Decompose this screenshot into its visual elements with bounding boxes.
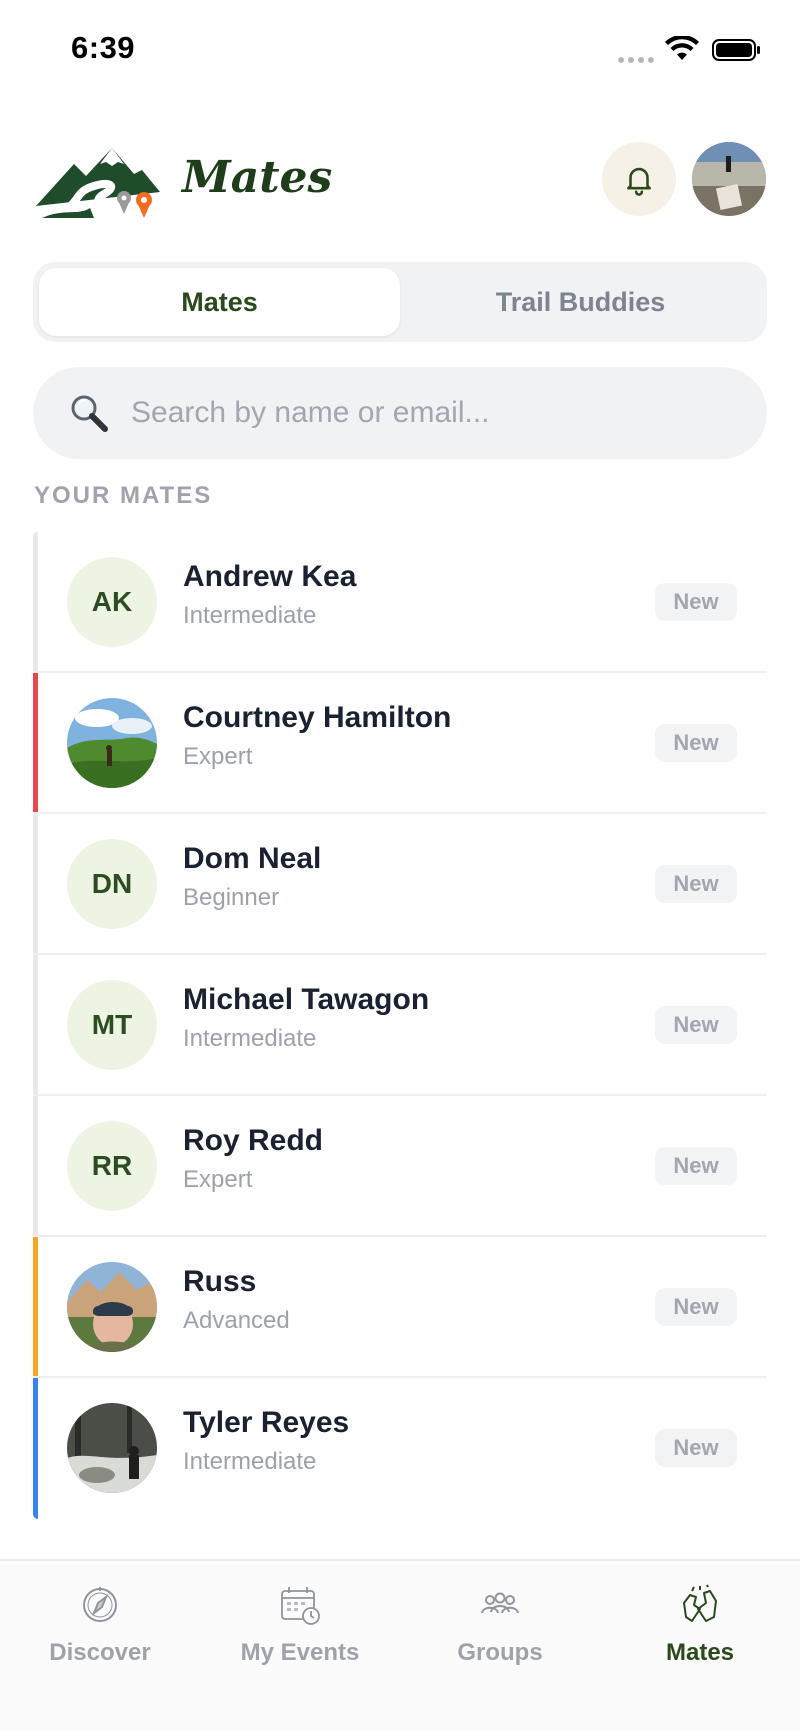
list-item[interactable]: DN Dom Neal Beginner New — [33, 814, 767, 955]
status-badge: New — [655, 1147, 737, 1185]
status-badge: New — [655, 1429, 737, 1467]
mate-level: Advanced — [183, 1307, 290, 1334]
mate-name: Tyler Reyes — [183, 1406, 350, 1439]
high-five-icon — [683, 1584, 717, 1622]
list-item[interactable]: Russ Advanced New — [33, 1237, 767, 1378]
row-accent — [33, 673, 38, 812]
profile-photo — [692, 142, 766, 216]
status-badge: New — [655, 724, 737, 762]
compass-icon — [83, 1587, 117, 1622]
row-accent — [33, 1237, 38, 1376]
list-item[interactable]: Courtney Hamilton Expert New — [33, 673, 767, 814]
list-item[interactable]: AK Andrew Kea Intermediate New — [33, 532, 767, 673]
row-accent — [33, 1378, 38, 1519]
group-icon — [481, 1592, 519, 1614]
mate-name: Roy Redd — [183, 1124, 324, 1157]
mate-name: Michael Tawagon — [183, 983, 430, 1016]
avatar — [67, 1403, 157, 1493]
status-bar: 6:39 — [0, 0, 800, 100]
nav-label: Groups — [457, 1639, 543, 1666]
notifications-button[interactable] — [602, 142, 676, 216]
nav-groups[interactable]: Groups — [400, 1561, 600, 1731]
avatar: MT — [67, 980, 157, 1070]
status-badge: New — [655, 1288, 737, 1326]
mate-level: Expert — [183, 1166, 253, 1193]
nav-label: Mates — [665, 1639, 735, 1666]
segmented-tabs: Mates Trail Buddies — [33, 262, 767, 342]
search-icon — [71, 395, 108, 432]
row-accent — [33, 532, 38, 671]
nav-label: Discover — [49, 1639, 151, 1666]
header: Mates — [0, 120, 800, 250]
battery-icon — [712, 39, 760, 61]
status-badge: New — [655, 1006, 737, 1044]
avatar-photo — [67, 1262, 157, 1352]
app-logo — [36, 148, 160, 218]
row-accent — [33, 814, 38, 953]
bell-icon — [627, 167, 651, 196]
mate-level: Intermediate — [183, 1025, 317, 1052]
mate-level: Beginner — [183, 884, 280, 911]
tab-mates[interactable]: Mates — [39, 268, 400, 336]
avatar — [67, 1262, 157, 1352]
tab-trail-buddies[interactable]: Trail Buddies — [400, 268, 761, 336]
mate-list: AK Andrew Kea Intermediate New Courtney … — [33, 532, 767, 1519]
mate-name: Courtney Hamilton — [183, 701, 452, 734]
nav-discover[interactable]: Discover — [0, 1561, 200, 1731]
search-input[interactable]: Search by name or email... — [33, 367, 767, 459]
mate-level: Expert — [183, 743, 253, 770]
mate-name: Andrew Kea — [183, 560, 357, 593]
list-item[interactable]: RR Roy Redd Expert New — [33, 1096, 767, 1237]
row-accent — [33, 1096, 38, 1235]
wifi-icon — [665, 36, 699, 60]
status-time: 6:39 — [71, 30, 136, 65]
avatar: AK — [67, 557, 157, 647]
profile-avatar[interactable] — [692, 142, 766, 216]
signal-icon — [618, 57, 654, 63]
nav-mates[interactable]: Mates — [600, 1561, 800, 1731]
calendar-icon — [281, 1587, 320, 1625]
avatar-photo — [67, 698, 157, 788]
search-placeholder: Search by name or email... — [131, 396, 490, 429]
nav-label: My Events — [240, 1639, 360, 1666]
row-accent — [33, 955, 38, 1094]
status-badge: New — [655, 865, 737, 903]
nav-my-events[interactable]: My Events — [200, 1561, 400, 1731]
mate-name: Russ — [183, 1265, 257, 1298]
section-title: YOUR MATES — [34, 482, 213, 509]
list-item[interactable]: MT Michael Tawagon Intermediate New — [33, 955, 767, 1096]
mate-name: Dom Neal — [183, 842, 322, 875]
mate-level: Intermediate — [183, 602, 317, 629]
avatar-photo — [67, 1403, 157, 1493]
avatar — [67, 698, 157, 788]
avatar: RR — [67, 1121, 157, 1211]
bottom-nav: Discover My Events Groups Mates — [0, 1559, 800, 1731]
status-badge: New — [655, 583, 737, 621]
mate-level: Intermediate — [183, 1448, 317, 1475]
page-title: Mates — [182, 152, 333, 203]
avatar: DN — [67, 839, 157, 929]
list-item[interactable]: Tyler Reyes Intermediate New — [33, 1378, 767, 1519]
